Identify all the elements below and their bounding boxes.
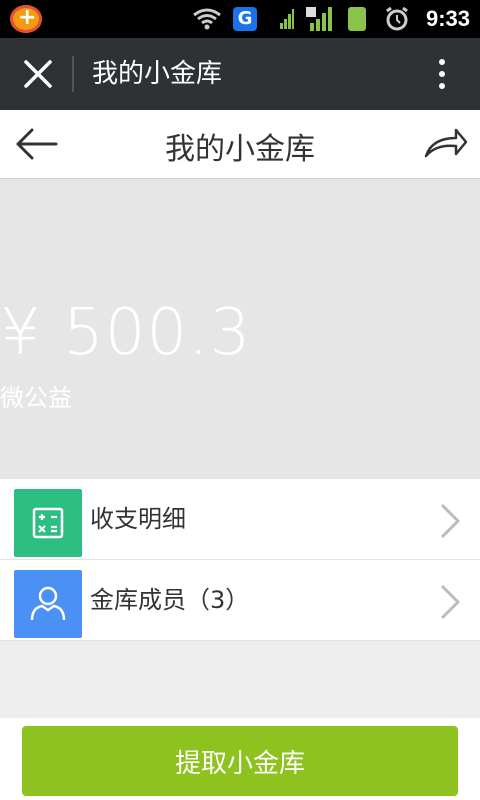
close-icon xyxy=(24,60,52,88)
menu-list: 收支明细 金库成员（3） xyxy=(0,479,480,641)
chevron-right-icon xyxy=(438,584,462,620)
more-vertical-icon xyxy=(439,59,445,89)
menu-item-label: 收支明细 xyxy=(90,505,186,533)
menu-item-members[interactable]: 金库成员（3） xyxy=(0,560,480,641)
g-app-icon: G xyxy=(233,7,257,31)
menu-item-income-expense[interactable]: 收支明细 xyxy=(0,479,480,560)
share-arrow-icon xyxy=(424,128,468,158)
more-menu-button[interactable] xyxy=(430,56,454,92)
app-title-bar: 我的小金库 xyxy=(0,38,480,110)
title-divider xyxy=(72,56,74,92)
chevron-right-icon xyxy=(438,503,462,539)
app-title: 我的小金库 xyxy=(92,59,223,89)
signal-3g-icon xyxy=(268,7,294,31)
wifi-icon xyxy=(192,7,222,31)
battery-icon xyxy=(348,7,366,31)
signal-g-icon xyxy=(306,7,334,31)
balance-label: 微公益 xyxy=(0,384,72,412)
user-icon xyxy=(14,570,82,638)
status-bar: G 9:33 xyxy=(0,0,480,38)
share-button[interactable] xyxy=(422,124,468,164)
close-button[interactable] xyxy=(18,54,58,94)
bottom-bar: 提取小金库 xyxy=(0,718,480,800)
withdraw-button[interactable]: 提取小金库 xyxy=(22,726,458,796)
menu-item-label: 金库成员（3） xyxy=(90,586,250,614)
page-title: 我的小金库 xyxy=(165,132,315,167)
app-notification-icon xyxy=(10,5,42,33)
balance-amount: ¥ 500.3 xyxy=(0,296,252,370)
status-time: 9:33 xyxy=(425,6,470,31)
page-header: 我的小金库 xyxy=(0,110,480,179)
alarm-clock-icon xyxy=(384,6,410,31)
calculator-icon xyxy=(14,489,82,557)
